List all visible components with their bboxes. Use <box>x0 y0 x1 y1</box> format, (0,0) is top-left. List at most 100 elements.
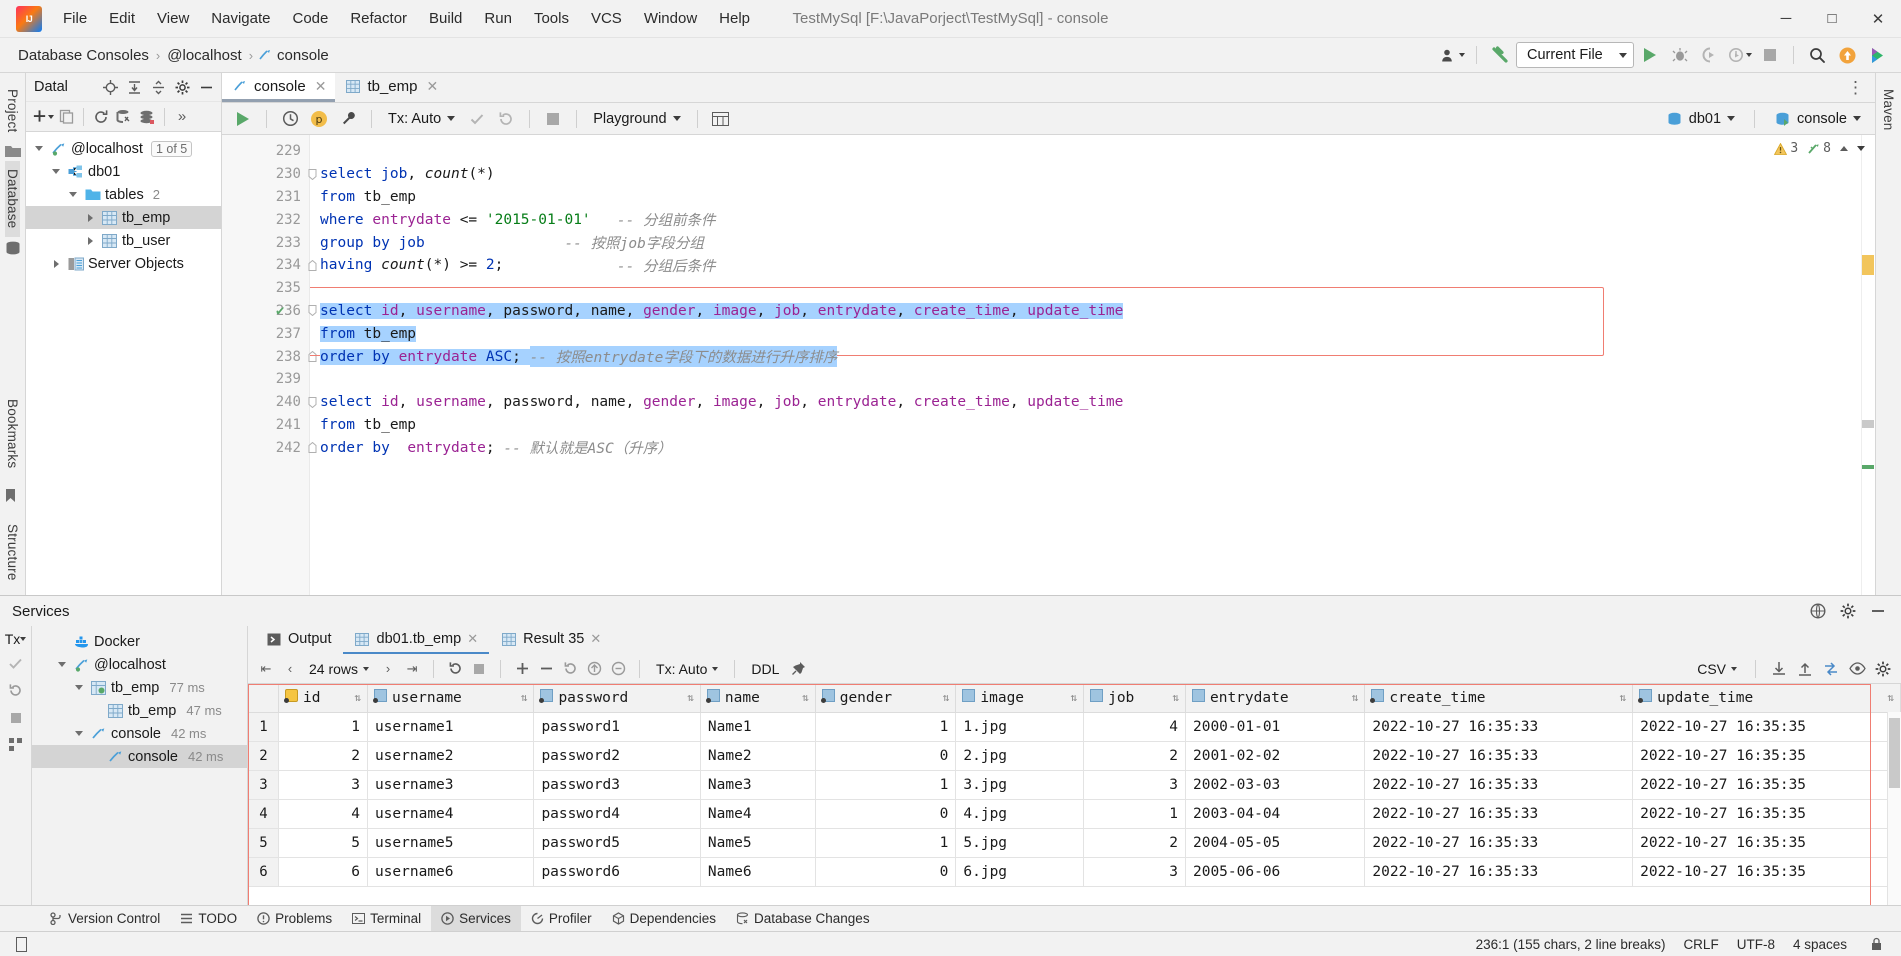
table-cell[interactable]: 1 <box>814 769 957 800</box>
close-button[interactable]: ✕ <box>1855 0 1901 38</box>
table-cell[interactable]: Name4 <box>699 798 816 829</box>
table-cell[interactable]: 4 <box>1083 711 1186 742</box>
table-cell[interactable]: Name2 <box>699 740 816 771</box>
console-settings-button[interactable] <box>335 106 361 132</box>
table-cell[interactable]: username4 <box>366 798 535 829</box>
gutter-line[interactable]: 237 <box>222 322 309 345</box>
tool-window-button-services[interactable]: Services <box>431 905 521 932</box>
services-tree-item[interactable]: Docker <box>32 630 247 653</box>
run-button[interactable] <box>1636 42 1664 69</box>
editor-scrollbar[interactable] <box>1861 135 1875 595</box>
code-line[interactable]: where entrydate <= '2015-01-01' -- 分组前条件 <box>310 208 1875 231</box>
result-grid-wrapper[interactable]: id ⇅ username ⇅ password ⇅ name ⇅ gender ⇅ image ⇅ j… <box>248 684 1901 905</box>
gutter-line[interactable]: 235 <box>222 277 309 300</box>
tool-window-button-problems[interactable]: Problems <box>247 906 342 932</box>
submit-changes-button[interactable] <box>584 659 604 679</box>
table-cell[interactable]: 6 <box>278 856 368 887</box>
inspection-widget[interactable]: 3 8 <box>1774 141 1865 156</box>
gutter-line[interactable]: 229 <box>222 140 309 163</box>
memory-indicator-icon[interactable] <box>10 934 32 955</box>
commit-icon[interactable] <box>5 653 27 674</box>
sort-indicator-icon[interactable]: ⇅ <box>521 691 528 704</box>
services-help-icon[interactable] <box>1807 601 1829 622</box>
settings-gear-icon[interactable] <box>171 77 193 98</box>
result-grid[interactable]: id ⇅ username ⇅ password ⇅ name ⇅ gender ⇅ image ⇅ j… <box>248 684 1901 887</box>
sort-indicator-icon[interactable]: ⇅ <box>1887 691 1894 704</box>
stop-query-button[interactable] <box>540 106 566 132</box>
table-cell[interactable]: 3.jpg <box>955 769 1085 800</box>
scrollbar-thumb[interactable] <box>1862 420 1874 428</box>
gutter-line[interactable]: 234 <box>222 254 317 277</box>
run-with-coverage-button[interactable] <box>1696 42 1724 69</box>
table-cell[interactable]: 2022-10-27 16:35:33 <box>1364 711 1634 742</box>
tool-window-button-version-control[interactable]: Version Control <box>40 906 170 932</box>
chevron-right-icon[interactable] <box>83 236 97 245</box>
table-cell[interactable]: password1 <box>533 711 701 742</box>
import-from-file-button[interactable] <box>1795 659 1815 679</box>
table-cell[interactable]: username1 <box>366 711 535 742</box>
menu-navigate[interactable]: Navigate <box>200 6 281 31</box>
breadcrumb-item-console[interactable]: console <box>273 45 333 66</box>
user-account-icon[interactable] <box>1439 42 1467 69</box>
tool-button-structure[interactable]: Structure <box>5 516 20 589</box>
schema-select[interactable]: Playground <box>587 108 686 130</box>
caret-position[interactable]: 236:1 (155 chars, 2 line breaks) <box>1476 937 1666 952</box>
editor-tab-options-icon[interactable]: ⋮ <box>1847 73 1875 102</box>
tool-button-database[interactable]: Database <box>5 161 20 237</box>
menu-window[interactable]: Window <box>633 6 708 31</box>
gutter-line[interactable]: 238 <box>222 345 317 368</box>
db-tree-item-server-objects[interactable]: Server Objects <box>26 252 221 275</box>
sort-indicator-icon[interactable]: ⇅ <box>943 691 950 704</box>
editor-tab-tb-emp[interactable]: tb_emp ✕ <box>335 73 447 102</box>
gutter-line[interactable]: 232 <box>222 208 309 231</box>
breadcrumb-item-localhost[interactable]: @localhost <box>163 45 245 66</box>
grid-column-header-update_time[interactable]: update_time ⇅ <box>1632 684 1901 713</box>
menu-view[interactable]: View <box>146 6 200 31</box>
table-cell[interactable]: password3 <box>533 769 701 800</box>
menu-run[interactable]: Run <box>473 6 523 31</box>
table-cell[interactable]: 4.jpg <box>955 798 1085 829</box>
chevron-down-icon[interactable] <box>66 192 80 197</box>
code-line[interactable] <box>310 140 1875 163</box>
debug-button[interactable] <box>1666 42 1694 69</box>
chevron-right-icon[interactable] <box>83 213 97 222</box>
sort-indicator-icon[interactable]: ⇅ <box>354 691 361 704</box>
data-source-properties-icon[interactable] <box>113 106 135 127</box>
menu-build[interactable]: Build <box>418 6 473 31</box>
code-line[interactable]: from tb_emp <box>310 322 1875 345</box>
result-grid-body[interactable]: 1 1 username1 password1 Name1 1 1.jpg 4 2000-01-… <box>248 711 1901 887</box>
parameters-button[interactable]: p <box>306 106 332 132</box>
table-cell[interactable]: 0 <box>814 856 957 887</box>
table-cell[interactable]: 3 <box>278 769 368 800</box>
services-hide-icon[interactable] <box>1867 601 1889 622</box>
refresh-icon[interactable] <box>90 106 112 127</box>
copy-icon[interactable] <box>55 106 77 127</box>
grid-column-header-username[interactable]: username ⇅ <box>366 684 535 713</box>
minimize-button[interactable]: ─ <box>1763 0 1809 38</box>
table-cell[interactable]: password5 <box>533 827 701 858</box>
chevron-right-icon[interactable] <box>49 259 63 268</box>
rollback-changes-button[interactable] <box>608 659 628 679</box>
table-cell[interactable]: 0 <box>814 798 957 829</box>
chevron-down-icon[interactable] <box>55 662 69 667</box>
table-cell[interactable]: 2004-05-05 <box>1184 827 1366 858</box>
table-cell[interactable]: 1 <box>1083 798 1186 829</box>
services-tree-item[interactable]: tb_emp 77 ms <box>32 676 247 699</box>
close-icon[interactable]: ✕ <box>315 78 327 95</box>
export-to-file-button[interactable] <box>1769 659 1789 679</box>
revert-changes-button[interactable] <box>560 659 580 679</box>
stop-button[interactable] <box>1756 42 1784 69</box>
ddl-button[interactable]: DDL <box>746 659 784 679</box>
result-tab-db01-tb-emp[interactable]: db01.tb_emp ✕ <box>342 626 490 654</box>
run-configuration-select[interactable]: Current File <box>1516 42 1634 68</box>
table-cell[interactable]: 2022-10-27 16:35:33 <box>1364 798 1634 829</box>
add-row-button[interactable] <box>512 659 532 679</box>
locate-icon[interactable] <box>99 77 121 98</box>
table-cell[interactable]: 2022-10-27 16:35:35 <box>1632 769 1901 800</box>
grid-settings-button[interactable] <box>1873 659 1893 679</box>
sort-indicator-icon[interactable]: ⇅ <box>1352 691 1359 704</box>
export-format-select[interactable]: CSV <box>1692 659 1742 679</box>
build-hammer-icon[interactable] <box>1486 42 1514 69</box>
first-page-button[interactable]: ⇤ <box>256 659 276 679</box>
reload-page-button[interactable] <box>445 659 465 679</box>
